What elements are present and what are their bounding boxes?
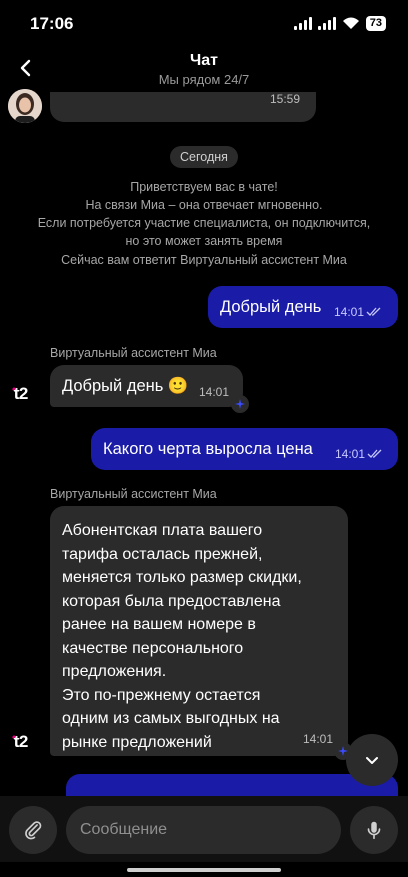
sender-name: Виртуальный ассистент Миа (50, 346, 217, 360)
signal-icon (293, 17, 312, 30)
chevron-down-icon (366, 757, 378, 764)
message-text: Добрый день (220, 298, 322, 316)
attach-button[interactable] (9, 806, 57, 854)
microphone-icon (367, 821, 381, 840)
message-bubble-outgoing[interactable]: Какого черта выросла цена 14:01 (91, 428, 398, 470)
date-separator: Сегодня (170, 146, 238, 168)
message-line: которая была предоставлена (62, 592, 281, 610)
signal-icon-2 (317, 17, 336, 30)
paperclip-icon (25, 821, 42, 840)
brand-logo-text: t2 (13, 732, 29, 751)
message-line: качестве персонального (62, 639, 244, 657)
double-check-icon (366, 307, 381, 316)
message-input[interactable] (66, 806, 341, 854)
status-time: 17:06 (30, 14, 74, 33)
battery-icon: 73 (365, 16, 386, 31)
message-line: Это по-прежнему остается (62, 686, 261, 704)
system-assistant-notice: Сейчас вам ответит Виртуальный ассистент… (61, 253, 347, 267)
brand-logo: •t2 (12, 730, 29, 751)
message-bubble-incoming[interactable]: Добрый день 🙂 14:01 (50, 365, 243, 407)
system-line: Если потребуется участие специалиста, он… (37, 216, 371, 230)
page-subtitle: Мы рядом 24/7 (158, 72, 250, 87)
message-line: меняется только размер скидки, (62, 569, 302, 586)
system-line: На связи Миа – она отвечает мгновенно. (85, 198, 323, 212)
system-welcome: Приветствуем вас в чате! На связи Миа – … (0, 178, 408, 250)
message-line: предложения. (62, 663, 167, 680)
message-line: ранее на вашем номере в (62, 616, 256, 633)
brand-logo-text: t2 (13, 384, 29, 403)
system-line: но это может занять время (125, 234, 283, 248)
message-bubble-incoming[interactable]: Абонентская плата вашего тарифа осталась… (50, 506, 348, 756)
message-text: Абонентская плата вашего тарифа осталась… (62, 519, 302, 754)
message-time-text: 14:01 (335, 447, 366, 461)
message-time: 14:01 (334, 305, 382, 319)
message-line: рынке предложений (62, 733, 212, 751)
scroll-down-button[interactable] (346, 734, 398, 786)
message-bubble-incoming[interactable]: 15:59 (50, 92, 316, 122)
message-text: Добрый день 🙂 (62, 377, 189, 395)
page-title: Чат (190, 52, 218, 69)
message-time: 14:01 (303, 732, 334, 746)
brand-logo: •t2 (12, 382, 29, 403)
avatar (8, 89, 42, 123)
sender-name: Виртуальный ассистент Миа (50, 487, 217, 501)
message-text: Какого черта выросла цена (103, 440, 313, 458)
message-time: 15:59 (270, 92, 301, 106)
message-line: тарифа осталась прежней, (62, 545, 263, 563)
status-icons: 73 (293, 16, 386, 31)
double-check-icon (367, 449, 382, 458)
message-line: Абонентская плата вашего (62, 522, 263, 539)
message-time: 14:01 (199, 385, 230, 399)
microphone-button[interactable] (350, 806, 398, 854)
message-time-text: 14:01 (334, 305, 365, 319)
message-bubble-outgoing[interactable]: Добрый день 14:01 (208, 286, 398, 328)
message-time: 14:01 (335, 447, 383, 461)
reaction-icon[interactable] (231, 395, 249, 413)
message-line: одним из самых выгодных на (62, 710, 280, 727)
system-line: Приветствуем вас в чате! (130, 180, 278, 194)
home-indicator[interactable] (127, 868, 281, 872)
wifi-icon (342, 17, 359, 29)
